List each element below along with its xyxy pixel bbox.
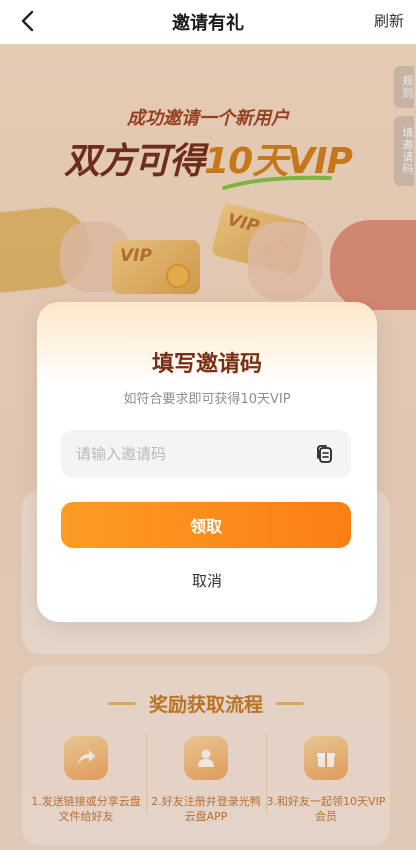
invite-code-field[interactable] [61, 430, 351, 478]
refresh-button[interactable]: 刷新 [374, 10, 404, 31]
claim-button[interactable]: 领取 [61, 502, 351, 548]
dialog-subtitle: 如符合要求即可获得10天VIP [123, 392, 291, 407]
invite-code-input[interactable] [76, 445, 306, 463]
invite-code-dialog: 填写邀请码 如符合要求即可获得10天VIP 领取 取消 [37, 302, 377, 622]
cancel-button[interactable]: 取消 [37, 570, 377, 591]
dialog-title: 填写邀请码 [151, 352, 262, 377]
paste-icon[interactable] [314, 443, 336, 465]
back-button[interactable] [12, 6, 42, 36]
page-title: 邀请有礼 [172, 13, 244, 34]
chevron-left-icon [21, 10, 34, 32]
nav-bar: 邀请有礼 刷新 [0, 0, 416, 44]
